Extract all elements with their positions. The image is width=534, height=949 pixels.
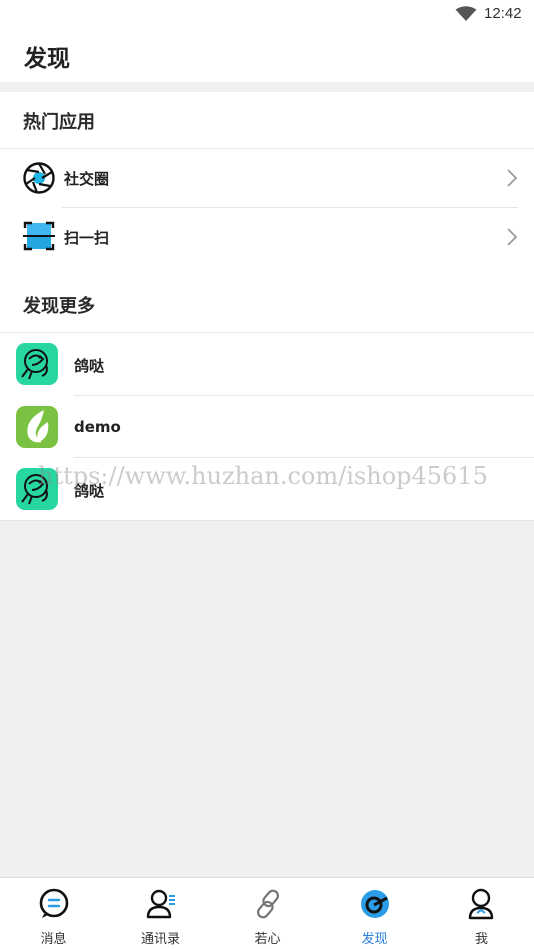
bottom-tab-bar: 消息 通讯录 若心 发现 我 bbox=[0, 877, 534, 949]
tab-me[interactable]: 我 bbox=[428, 878, 534, 949]
list-item-label: 扫一扫 bbox=[64, 229, 110, 247]
section-title-more: 发现更多 bbox=[23, 296, 95, 317]
wifi-icon bbox=[455, 6, 477, 26]
chat-icon bbox=[38, 888, 70, 920]
tab-label: 消息 bbox=[40, 932, 67, 947]
list-item-social-circle[interactable]: 社交圈 bbox=[0, 149, 534, 207]
watermark-text: https://www.huzhan.com/ishop45615 bbox=[38, 462, 488, 490]
list-item-app[interactable]: 鸽哒 bbox=[0, 333, 534, 395]
tab-label: 发现 bbox=[361, 932, 388, 947]
tab-contacts[interactable]: 通讯录 bbox=[107, 878, 214, 949]
status-time: 12:42 bbox=[484, 5, 522, 22]
leaf-app-icon bbox=[16, 406, 58, 448]
divider bbox=[0, 520, 534, 521]
tab-label: 通讯录 bbox=[140, 932, 180, 947]
link-icon bbox=[252, 888, 284, 920]
scan-icon bbox=[23, 220, 55, 252]
list-item-app[interactable]: demo bbox=[0, 396, 534, 458]
tab-label: 若心 bbox=[254, 932, 281, 947]
status-bar: 12:42 bbox=[0, 0, 534, 30]
page-title: 发现 bbox=[24, 46, 70, 72]
list-item-label: 社交圈 bbox=[64, 170, 110, 188]
tab-discover[interactable]: 发现 bbox=[321, 878, 428, 949]
discover-icon bbox=[359, 888, 391, 920]
chevron-right-icon bbox=[506, 169, 518, 191]
section-title-popular: 热门应用 bbox=[23, 112, 95, 133]
tab-label: 我 bbox=[474, 932, 488, 947]
list-item-label: demo bbox=[74, 418, 121, 436]
chevron-right-icon bbox=[506, 228, 518, 250]
page-header: 发现 bbox=[0, 30, 534, 82]
list-item-scan[interactable]: 扫一扫 bbox=[0, 208, 534, 266]
aperture-icon bbox=[23, 162, 55, 194]
bird-app-icon bbox=[16, 343, 58, 385]
tab-messages[interactable]: 消息 bbox=[0, 878, 107, 949]
list-item-label: 鸽哒 bbox=[74, 357, 105, 375]
profile-icon bbox=[466, 888, 498, 920]
contacts-icon bbox=[145, 888, 177, 920]
tab-ruoxin[interactable]: 若心 bbox=[214, 878, 321, 949]
discover-list: 热门应用 社交圈 扫一扫 发现更多 鸽哒 demo 鸽哒 bbox=[0, 92, 534, 521]
